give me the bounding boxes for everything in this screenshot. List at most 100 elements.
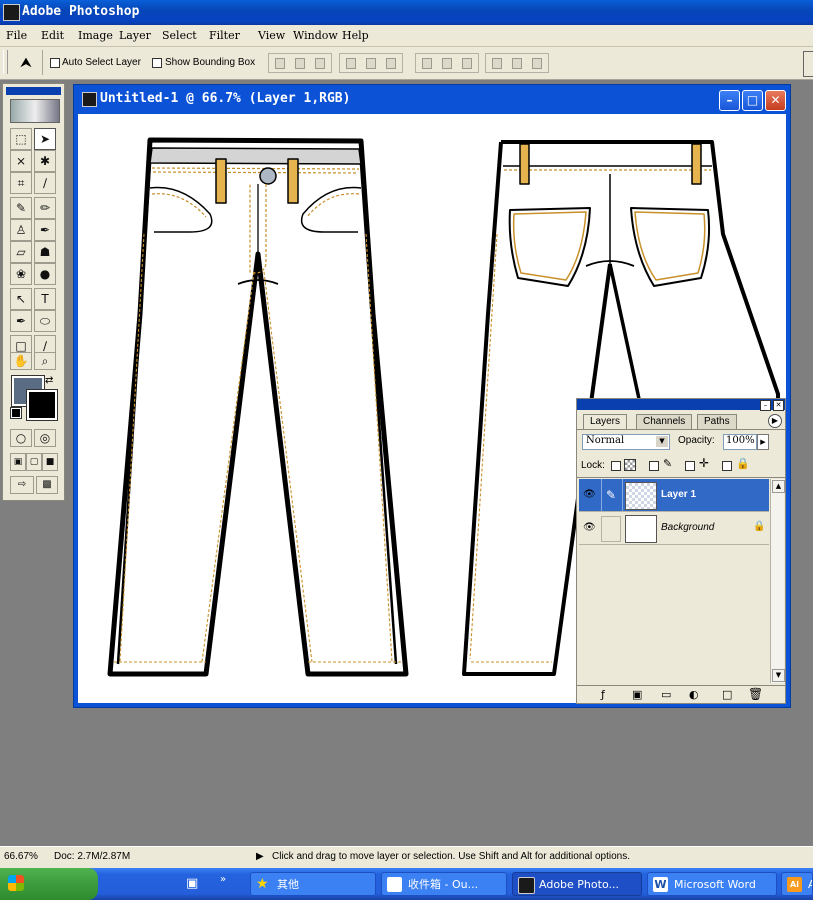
pen-tool-icon[interactable]: ✒ xyxy=(10,310,32,332)
app-title: Adobe Photoshop xyxy=(22,4,140,19)
chevron-down-icon[interactable]: ▼ xyxy=(656,436,668,447)
opacity-input[interactable]: 100% xyxy=(723,434,757,450)
default-colors-icon[interactable] xyxy=(10,407,22,419)
paint-bucket-tool-icon[interactable]: ☗ xyxy=(34,241,56,263)
brush-tool-icon[interactable]: ✏ xyxy=(34,197,56,219)
layers-scrollbar[interactable]: ▲ ▼ xyxy=(770,479,785,683)
task-word[interactable]: W Microsoft Word xyxy=(647,872,777,896)
background-color-swatch[interactable] xyxy=(26,389,58,421)
layer-row-background[interactable]: 👁 Background 🔒 xyxy=(579,512,769,545)
type-tool-icon[interactable]: T xyxy=(34,288,56,310)
menu-image[interactable]: Image xyxy=(78,29,113,42)
minimize-button[interactable]: – xyxy=(719,90,740,111)
show-bounding-box-checkbox[interactable] xyxy=(152,58,162,68)
menu-window[interactable]: Window xyxy=(293,29,338,42)
menu-edit[interactable]: Edit xyxy=(41,29,64,42)
palette-menu-arrow-icon[interactable]: ▶ xyxy=(768,414,782,428)
menu-help[interactable]: Help xyxy=(342,29,369,42)
quick-mask-mode-icon[interactable]: ◎ xyxy=(34,429,56,447)
eye-icon[interactable]: 👁 xyxy=(583,489,596,501)
toolbox-title-bar[interactable] xyxy=(6,87,61,95)
palette-well[interactable] xyxy=(803,51,813,77)
auto-select-layer-checkbox[interactable] xyxy=(50,58,60,68)
distribute-top-buttons[interactable] xyxy=(415,53,479,73)
quick-launch-more-icon[interactable]: » xyxy=(220,874,226,885)
zoom-tool-icon[interactable]: ⌕ xyxy=(34,352,56,370)
options-grip[interactable] xyxy=(3,50,8,74)
layer-name[interactable]: Background xyxy=(661,522,714,533)
layers-palette-title-bar[interactable] xyxy=(577,399,785,410)
hand-tool-icon[interactable]: ✋ xyxy=(10,352,32,370)
show-bounding-box-label: Show Bounding Box xyxy=(165,57,256,68)
trash-icon[interactable]: 🗑 xyxy=(748,687,763,701)
adobe-online-logo-icon[interactable] xyxy=(10,99,60,123)
layer-mask-icon[interactable]: ▣ xyxy=(632,688,642,701)
layer-style-icon[interactable]: ƒ xyxy=(601,688,605,701)
ellipse-tool-icon[interactable]: ⬭ xyxy=(34,310,56,332)
start-button[interactable] xyxy=(0,868,98,900)
layer-name[interactable]: Layer 1 xyxy=(661,489,696,500)
eye-icon[interactable]: 👁 xyxy=(583,522,596,534)
lasso-tool-icon[interactable]: ⨯ xyxy=(10,150,32,172)
tab-layers[interactable]: Layers xyxy=(583,414,628,429)
lock-image-checkbox[interactable] xyxy=(649,461,659,471)
slice-tool-icon[interactable]: ∕ xyxy=(34,172,56,194)
standard-mode-icon[interactable]: ○ xyxy=(10,429,32,447)
crop-tool-icon[interactable]: ⌗ xyxy=(10,172,32,194)
align-top-buttons[interactable] xyxy=(268,53,332,73)
screen-mode-full-icon[interactable]: ■ xyxy=(42,453,58,471)
task-outlook[interactable]: 收件箱 - Ou... xyxy=(381,872,507,896)
clone-stamp-tool-icon[interactable]: ♙ xyxy=(10,219,32,241)
lock-position-checkbox[interactable] xyxy=(685,461,695,471)
status-arrow-icon[interactable]: ▶ xyxy=(256,851,264,862)
close-button[interactable]: ✕ xyxy=(765,90,786,111)
healing-brush-tool-icon[interactable]: ✎ xyxy=(10,197,32,219)
blend-mode-select[interactable]: Normal ▼ xyxy=(582,434,670,450)
menu-layer[interactable]: Layer xyxy=(119,29,151,42)
history-brush-tool-icon[interactable]: ✒ xyxy=(34,219,56,241)
tab-channels[interactable]: Channels xyxy=(636,414,693,429)
dodge-tool-icon[interactable]: ● xyxy=(34,263,56,285)
status-zoom[interactable]: 66.67% xyxy=(4,851,38,862)
palette-close-button[interactable]: ✕ xyxy=(773,400,784,411)
scroll-down-icon[interactable]: ▼ xyxy=(772,669,785,682)
eraser-tool-icon[interactable]: ▱ xyxy=(10,241,32,263)
layer-link-cell[interactable] xyxy=(601,516,621,542)
windows-logo-icon xyxy=(8,875,24,891)
new-layer-icon[interactable]: □ xyxy=(722,688,732,701)
menu-select[interactable]: Select xyxy=(162,29,197,42)
imageready-icon[interactable]: ▩ xyxy=(36,476,58,494)
task-other[interactable]: ★ 其他 xyxy=(250,872,376,896)
layer-row-layer-1[interactable]: 👁 ✎ Layer 1 xyxy=(579,479,769,512)
scroll-up-icon[interactable]: ▲ xyxy=(772,480,785,493)
task-photoshop[interactable]: Adobe Photo... xyxy=(512,872,642,896)
lock-all-checkbox[interactable] xyxy=(722,461,732,471)
quick-launch-icon[interactable]: ▣ xyxy=(186,876,202,892)
task-label: Microsoft Word xyxy=(674,878,756,891)
distribute-left-buttons[interactable] xyxy=(485,53,549,73)
lock-transparency-checkbox[interactable] xyxy=(611,461,621,471)
screen-mode-full-menu-icon[interactable]: ▢ xyxy=(26,453,42,471)
opacity-slider-arrow-icon[interactable]: ▶ xyxy=(757,434,769,450)
menu-filter[interactable]: Filter xyxy=(209,29,240,42)
task-illustrator[interactable]: Ai Ad xyxy=(781,872,813,896)
jump-to-imageready-icon[interactable]: ⇨ xyxy=(10,476,34,494)
align-left-buttons[interactable] xyxy=(339,53,403,73)
swap-colors-icon[interactable]: ⇄ xyxy=(45,375,53,386)
tab-paths[interactable]: Paths xyxy=(697,414,737,429)
marquee-tool-icon[interactable]: ⬚ xyxy=(10,128,32,150)
palette-minimize-button[interactable]: – xyxy=(760,400,771,411)
taskbar: ▣ » ★ 其他 收件箱 - Ou... Adobe Photo... W Mi… xyxy=(0,868,813,900)
document-title[interactable]: Untitled-1 @ 66.7% (Layer 1,RGB) xyxy=(100,91,350,106)
screen-mode-standard-icon[interactable]: ▣ xyxy=(10,453,26,471)
menu-view[interactable]: View xyxy=(258,29,285,42)
magic-wand-tool-icon[interactable]: ✱ xyxy=(34,150,56,172)
path-selection-tool-icon[interactable]: ↖ xyxy=(10,288,32,310)
menu-file[interactable]: File xyxy=(6,29,27,42)
maximize-button[interactable]: □ xyxy=(742,90,763,111)
move-tool-icon[interactable]: ➤ xyxy=(34,128,56,150)
app-title-bar[interactable]: Adobe Photoshop xyxy=(0,0,813,25)
blur-tool-icon[interactable]: ❀ xyxy=(10,263,32,285)
new-layer-set-icon[interactable]: ▭ xyxy=(661,688,671,701)
adjustment-layer-icon[interactable]: ◐ xyxy=(689,688,699,701)
